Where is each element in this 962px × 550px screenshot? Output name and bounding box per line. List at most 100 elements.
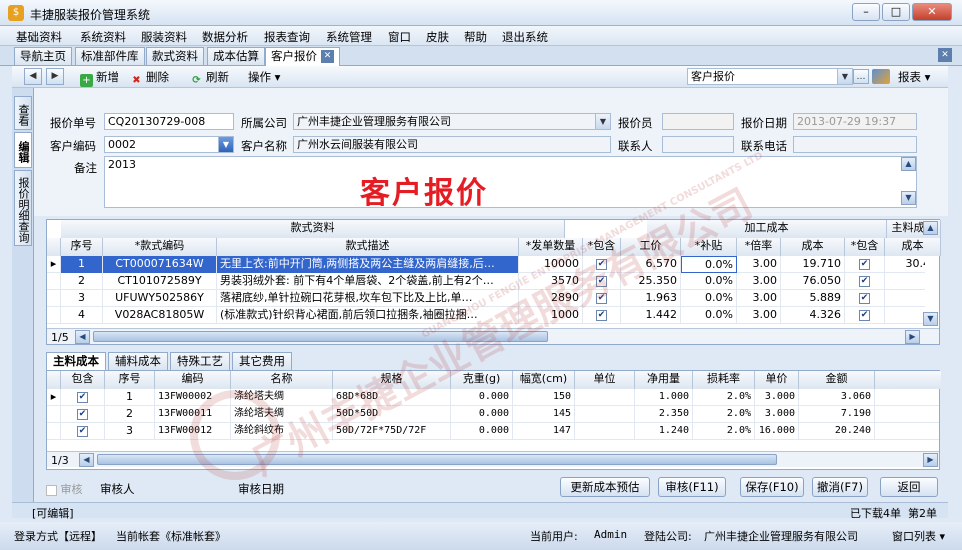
update-cost-button[interactable]: 更新成本预估 [560,477,650,497]
cell-material-cost[interactable] [885,307,925,324]
cell-net-usage[interactable]: 1.240 [635,423,693,440]
table-row[interactable]: 2 CT101072589Y 男装羽绒外套: 前下有4个单唇袋、2个袋盖,前上有2个… [47,273,925,290]
cell-name[interactable]: 涤纶塔夫绸 [231,406,333,423]
save-button[interactable]: 保存(F10) [740,477,804,497]
cell-amount[interactable]: 7.190 [799,406,875,423]
cell-unit-price[interactable]: 3.000 [755,389,799,406]
table-row[interactable]: 3 UFUWY502586Y 落裙底纱,单针拉碗口花芽根,坎车包下比及上比,单… 28… [47,290,925,307]
cell-include[interactable]: ✔ [583,290,621,307]
col-header-loss-rate[interactable]: 损耗率 [693,371,755,389]
col-header-quantity[interactable]: *发单数量 [519,238,583,256]
cell-include-2[interactable]: ✔ [845,256,885,273]
window-list-menu[interactable]: 窗口列表 ▾ [892,528,945,544]
cell-seq[interactable]: 3 [105,423,155,440]
col-header-unit[interactable]: 单位 [575,371,635,389]
cell-loss-rate[interactable]: 2.0% [693,406,755,423]
phone-field[interactable] [793,136,917,153]
cell-subsidy[interactable]: 0.0% [681,290,737,307]
cell-rate[interactable]: 3.00 [737,290,781,307]
side-tab-edit[interactable]: 编辑 [14,132,32,168]
cell-weight[interactable]: 0.000 [451,406,513,423]
cell-seq[interactable]: 2 [61,273,103,290]
menu-data-analysis[interactable]: 数据分析 [202,29,248,45]
cell-seq[interactable]: 1 [105,389,155,406]
menu-help[interactable]: 帮助 [464,29,487,45]
table-row[interactable]: ✔ 2 13FW00011 涤纶塔夫绸 50D*50D 0.000 145 2.350 2.0%… [47,406,939,423]
cell-spec[interactable]: 50D/72F*75D/72F [333,423,451,440]
cell-spec[interactable]: 68D*68D [333,389,451,406]
col-header-name[interactable]: 名称 [231,371,333,389]
table-row[interactable]: ▸ 1 CT000071634W 无里上衣:前中开门筒,两侧搭及两公主缝及两肩缝接,后… [47,256,925,273]
scroll-right-icon[interactable]: ▶ [905,330,920,344]
subtab-main-material[interactable]: 主料成本 [46,352,106,370]
report-select[interactable]: 客户报价 ▼ [687,68,853,85]
cell-subsidy[interactable]: 0.0% [681,256,737,273]
audit-button[interactable]: 审核(F11) [658,477,726,497]
cell-width[interactable]: 147 [513,423,575,440]
col-header-description[interactable]: 款式描述 [217,238,519,256]
cell-material-cost[interactable] [885,290,925,307]
back-button[interactable]: 返回 [880,477,938,497]
cell-style-code[interactable]: UFUWY502586Y [103,290,217,307]
col-header-code[interactable]: 编码 [155,371,231,389]
cell-cost[interactable]: 5.889 [781,290,845,307]
cell-style-code[interactable]: V028AC81805W [103,307,217,324]
material-grid-hscroll[interactable]: 1/3 ◀ ▶ [47,451,939,467]
cell-net-usage[interactable]: 2.350 [635,406,693,423]
cell-include[interactable]: ✔ [583,273,621,290]
refresh-button[interactable]: ⟳ 刷新 [190,69,229,87]
cell-include[interactable]: ✔ [61,406,105,423]
cell-net-usage[interactable]: 1.000 [635,389,693,406]
col-header-labor[interactable]: 工价 [621,238,681,256]
close-window-button[interactable]: ✕ [912,3,952,21]
cell-labor[interactable]: 1.442 [621,307,681,324]
audit-checkbox[interactable]: 审核 [46,481,83,497]
scroll-thumb[interactable] [97,454,777,465]
cell-rate[interactable]: 3.00 [737,256,781,273]
undo-button[interactable]: 撤消(F7) [812,477,868,497]
prev-record-icon[interactable]: ◀ [24,68,42,85]
cell-include-2[interactable]: ✔ [845,307,885,324]
cell-loss-rate[interactable]: 2.0% [693,389,755,406]
close-tab-icon[interactable]: ✕ [321,50,334,63]
col-header-amount[interactable]: 金额 [799,371,875,389]
cell-labor[interactable]: 25.350 [621,273,681,290]
col-header-rate[interactable]: *倍率 [737,238,781,256]
scroll-down-icon[interactable]: ▼ [923,312,938,326]
cell-include-2[interactable]: ✔ [845,273,885,290]
cell-include[interactable]: ✔ [583,256,621,273]
cell-unit[interactable] [575,406,635,423]
col-header-style-code[interactable]: *款式编码 [103,238,217,256]
cell-description[interactable]: 无里上衣:前中开门筒,两侧搭及两公主缝及两肩缝接,后… [217,256,519,273]
cell-quantity[interactable]: 2890 [519,290,583,307]
chart-report-icon[interactable] [872,69,890,84]
tab-home[interactable]: 导航主页 [14,47,72,65]
col-header-cost[interactable]: 成本 [781,238,845,256]
tab-parts-library[interactable]: 标准部件库 [75,47,145,65]
subtab-other-fees[interactable]: 其它费用 [232,352,292,370]
cell-subsidy[interactable]: 0.0% [681,307,737,324]
cell-seq[interactable]: 1 [61,256,103,273]
cell-width[interactable]: 150 [513,389,575,406]
cell-weight[interactable]: 0.000 [451,423,513,440]
cell-seq[interactable]: 3 [61,290,103,307]
quoter-field[interactable] [662,113,734,130]
cell-quantity[interactable]: 10000 [519,256,583,273]
cell-description[interactable]: 男装羽绒外套: 前下有4个单唇袋、2个袋盖,前上有2个… [217,273,519,290]
col-header-seq[interactable]: 序号 [105,371,155,389]
side-tab-view[interactable]: 查看 [14,96,32,130]
contact-field[interactable] [662,136,734,153]
table-row[interactable]: ▸ ✔ 1 13FW00002 涤纶塔夫绸 68D*68D 0.000 150 1.000 2.0… [47,389,939,406]
cell-spec[interactable]: 50D*50D [333,406,451,423]
cell-width[interactable]: 145 [513,406,575,423]
col-header-width[interactable]: 幅宽(cm) [513,371,575,389]
maximize-button[interactable]: □ [882,3,910,21]
col-header-spec[interactable]: 规格 [333,371,451,389]
cell-labor[interactable]: 1.963 [621,290,681,307]
cell-name[interactable]: 涤纶斜纹布 [231,423,333,440]
menu-skin[interactable]: 皮肤 [426,29,449,45]
cell-include[interactable]: ✔ [61,423,105,440]
col-header-weight[interactable]: 克重(g) [451,371,513,389]
cell-unit-price[interactable]: 3.000 [755,406,799,423]
company-field[interactable]: 广州丰捷企业管理服务有限公司 ▼ [293,113,611,130]
